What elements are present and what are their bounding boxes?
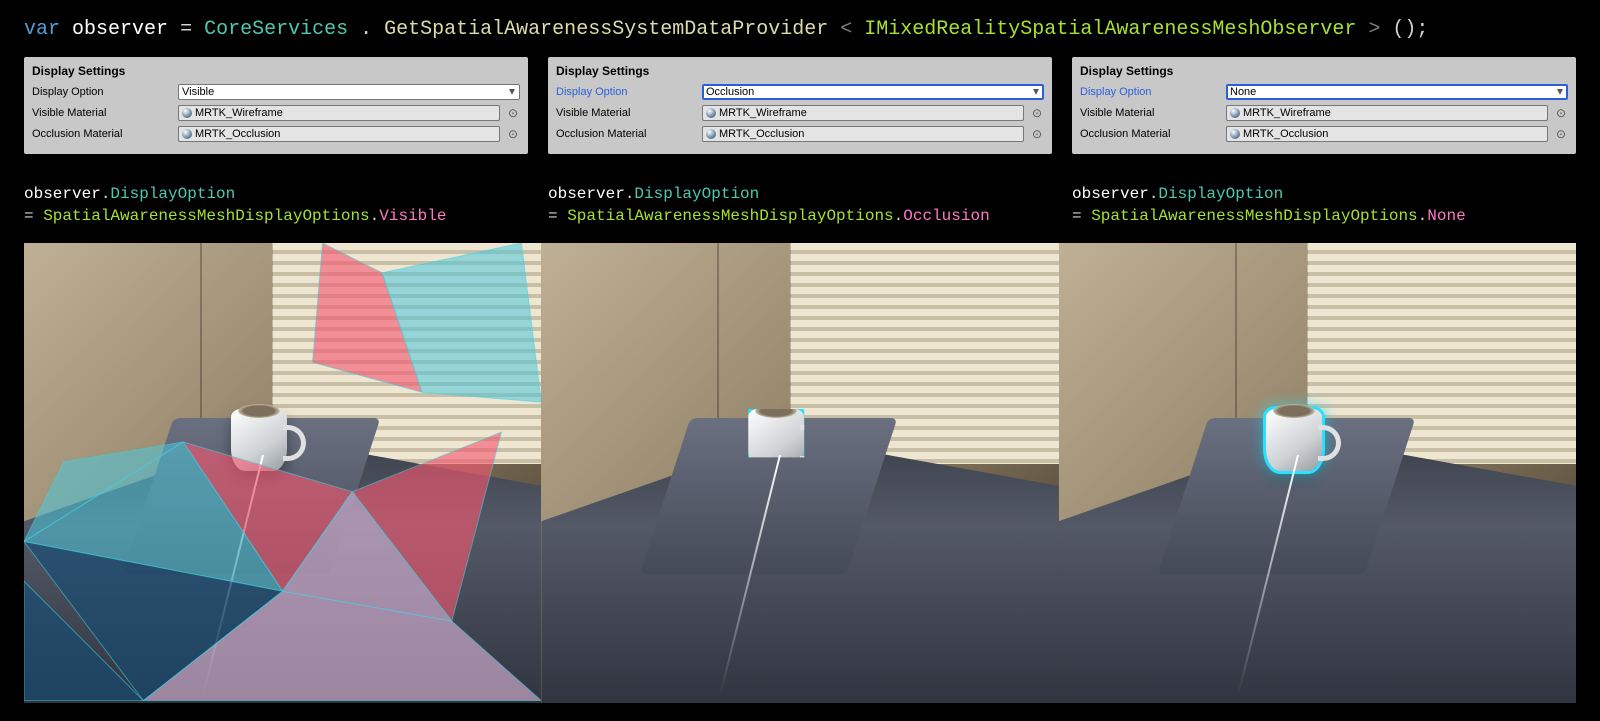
visible-material-value: MRTK_Wireframe <box>719 106 807 120</box>
enum-name: SpatialAwarenessMeshDisplayOptions <box>43 207 369 225</box>
dot: . <box>1149 185 1159 203</box>
op-equals: = <box>180 18 204 41</box>
display-option-label: Display Option <box>1080 85 1220 100</box>
object-picker-icon[interactable]: ⊙ <box>1554 105 1568 121</box>
visible-material-label: Visible Material <box>556 106 696 121</box>
display-option-label: Display Option <box>32 85 172 100</box>
method-getprovider: GetSpatialAwarenessSystemDataProvider <box>384 18 828 41</box>
visible-material-field[interactable]: MRTK_Wireframe <box>1226 105 1548 121</box>
visible-material-label: Visible Material <box>1080 106 1220 121</box>
identifier: observer <box>24 185 101 203</box>
panel-title: Display Settings <box>556 63 1044 79</box>
op-equals: = <box>1072 207 1091 225</box>
display-settings-panel: Display Settings Display Option None Vis… <box>1072 57 1576 154</box>
coffee-cup <box>231 409 287 471</box>
op-equals: = <box>548 207 567 225</box>
object-picker-icon[interactable]: ⊙ <box>1030 126 1044 142</box>
identifier-observer: observer <box>72 18 168 41</box>
occlusion-material-value: MRTK_Occlusion <box>195 127 280 141</box>
keyword-var: var <box>24 18 60 41</box>
display-option-value: None <box>1230 85 1256 99</box>
object-picker-icon[interactable]: ⊙ <box>506 105 520 121</box>
object-picker-icon[interactable]: ⊙ <box>1554 126 1568 142</box>
enum-value: Visible <box>379 207 446 225</box>
column-visible: Display Settings Display Option Visible … <box>24 57 528 235</box>
occlusion-material-field[interactable]: MRTK_Occlusion <box>178 126 500 142</box>
occlusion-material-value: MRTK_Occlusion <box>1243 127 1328 141</box>
op-equals: = <box>24 207 43 225</box>
preview-visible <box>24 243 541 703</box>
visible-material-value: MRTK_Wireframe <box>1243 106 1331 120</box>
code-line-visible: observer.DisplayOption = SpatialAwarenes… <box>24 154 528 235</box>
occlusion-material-label: Occlusion Material <box>556 127 696 142</box>
preview-none <box>1059 243 1576 703</box>
material-icon <box>706 108 716 118</box>
preview-occlusion <box>541 243 1058 703</box>
occlusion-material-label: Occlusion Material <box>1080 127 1220 142</box>
visible-material-value: MRTK_Wireframe <box>195 106 283 120</box>
angle-close: > <box>1368 18 1380 41</box>
display-option-select[interactable]: None <box>1226 84 1568 100</box>
dot: . <box>625 185 635 203</box>
identifier: observer <box>1072 185 1149 203</box>
class-coreservices: CoreServices <box>204 18 348 41</box>
material-icon <box>182 129 192 139</box>
material-icon <box>706 129 716 139</box>
occlusion-material-value: MRTK_Occlusion <box>719 127 804 141</box>
occlusion-material-label: Occlusion Material <box>32 127 172 142</box>
property: DisplayOption <box>634 185 759 203</box>
enum-value: Occlusion <box>903 207 989 225</box>
occlusion-material-field[interactable]: MRTK_Occlusion <box>1226 126 1548 142</box>
identifier: observer <box>548 185 625 203</box>
dot: . <box>370 207 380 225</box>
enum-name: SpatialAwarenessMeshDisplayOptions <box>1091 207 1417 225</box>
occlusion-material-field[interactable]: MRTK_Occlusion <box>702 126 1024 142</box>
dot: . <box>360 18 372 41</box>
enum-value: None <box>1427 207 1465 225</box>
object-picker-icon[interactable]: ⊙ <box>506 126 520 142</box>
display-option-label: Display Option <box>556 85 696 100</box>
dot: . <box>101 185 111 203</box>
visible-material-field[interactable]: MRTK_Wireframe <box>702 105 1024 121</box>
material-icon <box>1230 129 1240 139</box>
property: DisplayOption <box>110 185 235 203</box>
interface-name: IMixedRealitySpatialAwarenessMeshObserve… <box>864 18 1356 41</box>
visible-material-field[interactable]: MRTK_Wireframe <box>178 105 500 121</box>
display-option-select[interactable]: Occlusion <box>702 84 1044 100</box>
property: DisplayOption <box>1158 185 1283 203</box>
angle-open: < <box>840 18 852 41</box>
visible-material-label: Visible Material <box>32 106 172 121</box>
column-none: Display Settings Display Option None Vis… <box>1072 57 1576 235</box>
dot: . <box>894 207 904 225</box>
display-option-select[interactable]: Visible <box>178 84 520 100</box>
panel-title: Display Settings <box>32 63 520 79</box>
dot: . <box>1418 207 1428 225</box>
parens-semi: (); <box>1392 18 1428 41</box>
material-icon <box>182 108 192 118</box>
panel-title: Display Settings <box>1080 63 1568 79</box>
display-option-value: Visible <box>182 85 214 99</box>
display-option-value: Occlusion <box>706 85 754 99</box>
top-code-line: var observer = CoreServices . GetSpatial… <box>0 0 1600 51</box>
code-line-none: observer.DisplayOption = SpatialAwarenes… <box>1072 154 1576 235</box>
code-line-occlusion: observer.DisplayOption = SpatialAwarenes… <box>548 154 1052 235</box>
display-settings-panel: Display Settings Display Option Occlusio… <box>548 57 1052 154</box>
enum-name: SpatialAwarenessMeshDisplayOptions <box>567 207 893 225</box>
display-settings-panel: Display Settings Display Option Visible … <box>24 57 528 154</box>
material-icon <box>1230 108 1240 118</box>
coffee-cup <box>1266 409 1322 471</box>
column-occlusion: Display Settings Display Option Occlusio… <box>548 57 1052 235</box>
object-picker-icon[interactable]: ⊙ <box>1030 105 1044 121</box>
